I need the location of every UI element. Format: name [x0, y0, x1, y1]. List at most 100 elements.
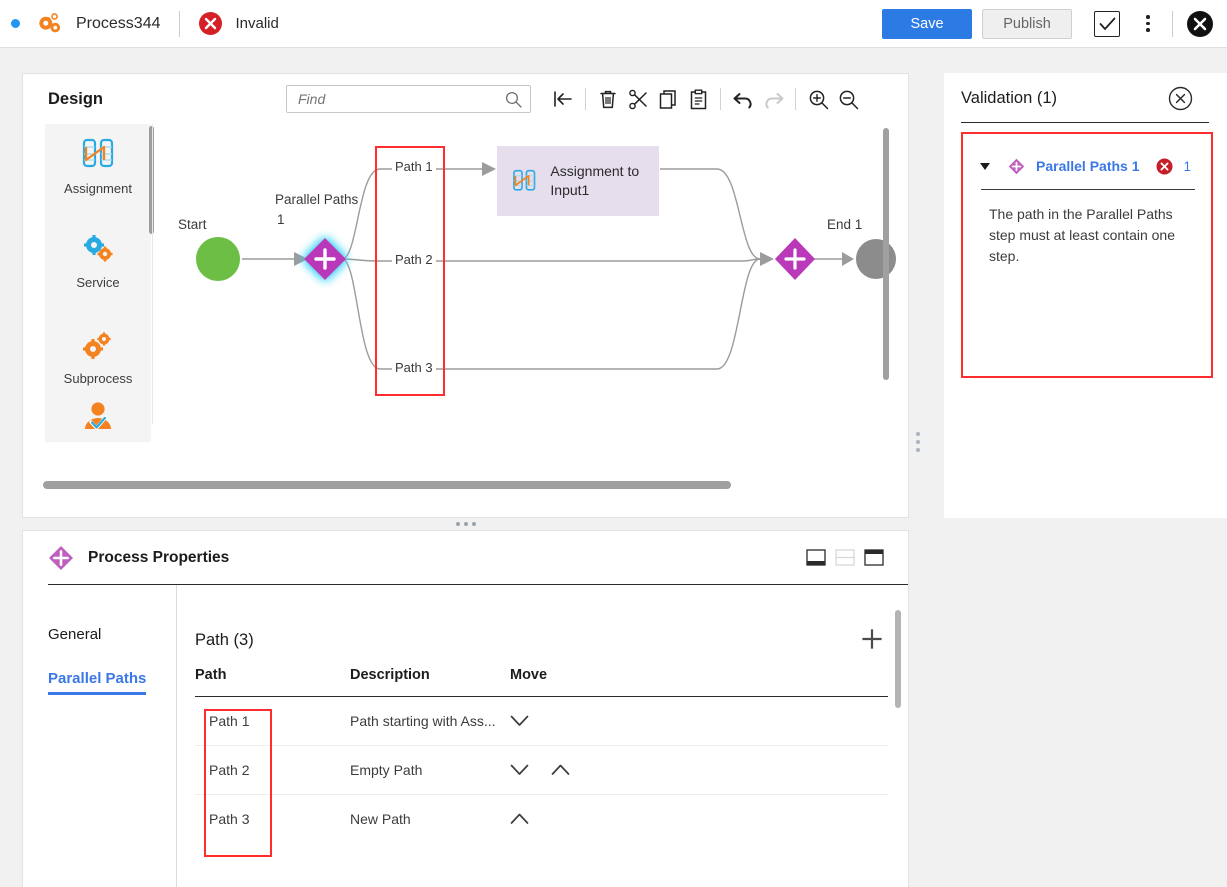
copy-icon[interactable] — [653, 84, 683, 114]
layout-split-panel-icon[interactable] — [835, 549, 855, 566]
validation-step-name[interactable]: Parallel Paths 1 — [1036, 158, 1140, 174]
end-node-label: End 1 — [827, 217, 863, 232]
find-box[interactable] — [286, 85, 531, 113]
cell-path: Path 2 — [195, 745, 350, 795]
validity-status: Invalid — [198, 11, 279, 36]
paste-icon[interactable] — [683, 84, 713, 114]
canvas-vertical-scrollbar[interactable] — [883, 128, 889, 380]
properties-body: General Parallel Paths Path (3) Path Des… — [23, 585, 908, 887]
subprocess-gears-icon — [83, 332, 111, 359]
path-label-3[interactable]: Path 3 — [392, 360, 436, 375]
assignment-step-node[interactable]: Assignment to Input1 — [497, 146, 659, 216]
close-circle-icon[interactable] — [1186, 10, 1214, 38]
validation-title: Validation (1) — [961, 88, 1057, 107]
palette-item-person-approval[interactable] — [45, 401, 151, 446]
move-up-icon[interactable] — [551, 764, 570, 776]
parallel-paths-gateway — [304, 238, 346, 280]
validation-header: Validation (1) — [944, 73, 1227, 123]
zoom-in-icon[interactable] — [803, 84, 833, 114]
top-bar: Process344 Invalid Save Publish — [0, 0, 1227, 48]
palette-item-service[interactable]: Service — [45, 234, 151, 290]
add-plus-icon[interactable] — [862, 629, 882, 649]
cell-path: Path 1 — [195, 696, 350, 746]
parallel-paths-diamond-icon — [1008, 158, 1025, 174]
undo-icon[interactable] — [728, 84, 758, 114]
move-down-icon[interactable] — [510, 715, 529, 727]
tab-parallel-paths[interactable]: Parallel Paths — [48, 670, 147, 695]
error-badge-group: 1 — [1156, 158, 1201, 175]
move-down-icon[interactable] — [510, 764, 529, 776]
validation-item-divider — [981, 189, 1195, 190]
table-row[interactable]: Path 1 Path starting with Ass... — [195, 696, 888, 746]
person-approval-icon — [85, 402, 111, 430]
publish-button[interactable]: Publish — [982, 8, 1072, 39]
palette-item-label: Service — [76, 275, 120, 290]
header-divider-2 — [1172, 10, 1173, 37]
properties-content: Path (3) Path Description Move Path 1 Pa… — [177, 585, 908, 887]
layout-bottom-panel-icon[interactable] — [806, 549, 826, 566]
path-table: Path Description Move Path 1 Path starti… — [195, 667, 908, 857]
validation-item-header[interactable]: Parallel Paths 1 1 — [973, 152, 1201, 180]
validate-check-button[interactable] — [1094, 10, 1120, 37]
zoom-out-icon[interactable] — [833, 84, 863, 114]
redo-icon[interactable] — [758, 84, 788, 114]
path-label-1[interactable]: Path 1 — [392, 159, 436, 174]
status-dot — [11, 19, 20, 28]
column-header-spacer — [630, 667, 888, 697]
palette-item-assignment[interactable]: Assignment — [45, 138, 151, 196]
cell-description: Path starting with Ass... — [350, 696, 510, 746]
collapse-left-icon[interactable] — [548, 84, 578, 114]
properties-title: Process Properties — [88, 548, 230, 566]
header-divider — [178, 10, 180, 37]
layout-top-panel-icon[interactable] — [864, 549, 884, 566]
step-palette: Assignment Service Subprocess — [45, 124, 154, 442]
gateway-label-index: 1 — [277, 212, 285, 227]
table-row[interactable]: Path 3 New Path — [195, 795, 888, 844]
tab-general[interactable]: General — [23, 626, 101, 643]
vertical-splitter[interactable] — [911, 425, 925, 459]
palette-item-label: Assignment — [64, 181, 132, 196]
path-section-heading: Path (3) — [195, 631, 254, 649]
search-icon[interactable] — [505, 91, 522, 108]
toolbar-divider — [720, 88, 721, 110]
splitter-dot — [463, 522, 468, 526]
service-gears-icon — [84, 235, 113, 262]
design-panel: Design Find Assignment Service Subproces… — [22, 73, 909, 518]
assignment-icon — [513, 169, 536, 191]
column-header-description: Description — [350, 667, 510, 697]
splitter-dot — [455, 522, 460, 526]
validation-message: The path in the Parallel Paths step must… — [989, 206, 1175, 264]
cell-move — [510, 745, 630, 795]
table-row[interactable]: Path 2 Empty Path — [195, 745, 888, 795]
delete-icon[interactable] — [593, 84, 623, 114]
palette-item-subprocess[interactable]: Subprocess — [45, 330, 151, 386]
horizontal-splitter[interactable] — [22, 518, 909, 530]
kebab-menu-icon[interactable] — [1138, 11, 1158, 37]
validation-error-count: 1 — [1183, 158, 1191, 174]
assignment-icon — [82, 138, 114, 168]
column-header-move: Move — [510, 667, 630, 697]
cell-move — [510, 795, 630, 844]
close-circle-outline-icon[interactable] — [1168, 86, 1193, 111]
caret-down-icon[interactable] — [980, 162, 990, 170]
toolbar-divider — [585, 88, 586, 110]
search-input[interactable] — [287, 86, 505, 112]
cell-move — [510, 696, 630, 746]
design-header: Design — [23, 74, 908, 124]
cell-spacer — [630, 795, 888, 844]
cell-spacer — [630, 745, 888, 795]
process-diagram[interactable]: Start Parallel Paths 1 End 1 Path 1 Path… — [152, 124, 908, 517]
cut-icon[interactable] — [623, 84, 653, 114]
move-up-icon[interactable] — [510, 813, 529, 825]
save-button[interactable]: Save — [882, 8, 972, 39]
validity-label: Invalid — [235, 15, 279, 32]
end-node — [856, 239, 896, 279]
assignment-step-label: Assignment to Input1 — [550, 163, 640, 198]
parallel-paths-diamond-icon — [49, 545, 73, 570]
canvas-horizontal-scrollbar[interactable] — [43, 481, 731, 489]
cell-path: Path 3 — [209, 811, 250, 828]
gateway-label: Parallel Paths — [275, 192, 359, 207]
kebab-dot — [1146, 28, 1150, 32]
path-label-2[interactable]: Path 2 — [392, 252, 436, 267]
design-canvas[interactable]: Assignment Service Subprocess Start Para… — [23, 124, 908, 517]
